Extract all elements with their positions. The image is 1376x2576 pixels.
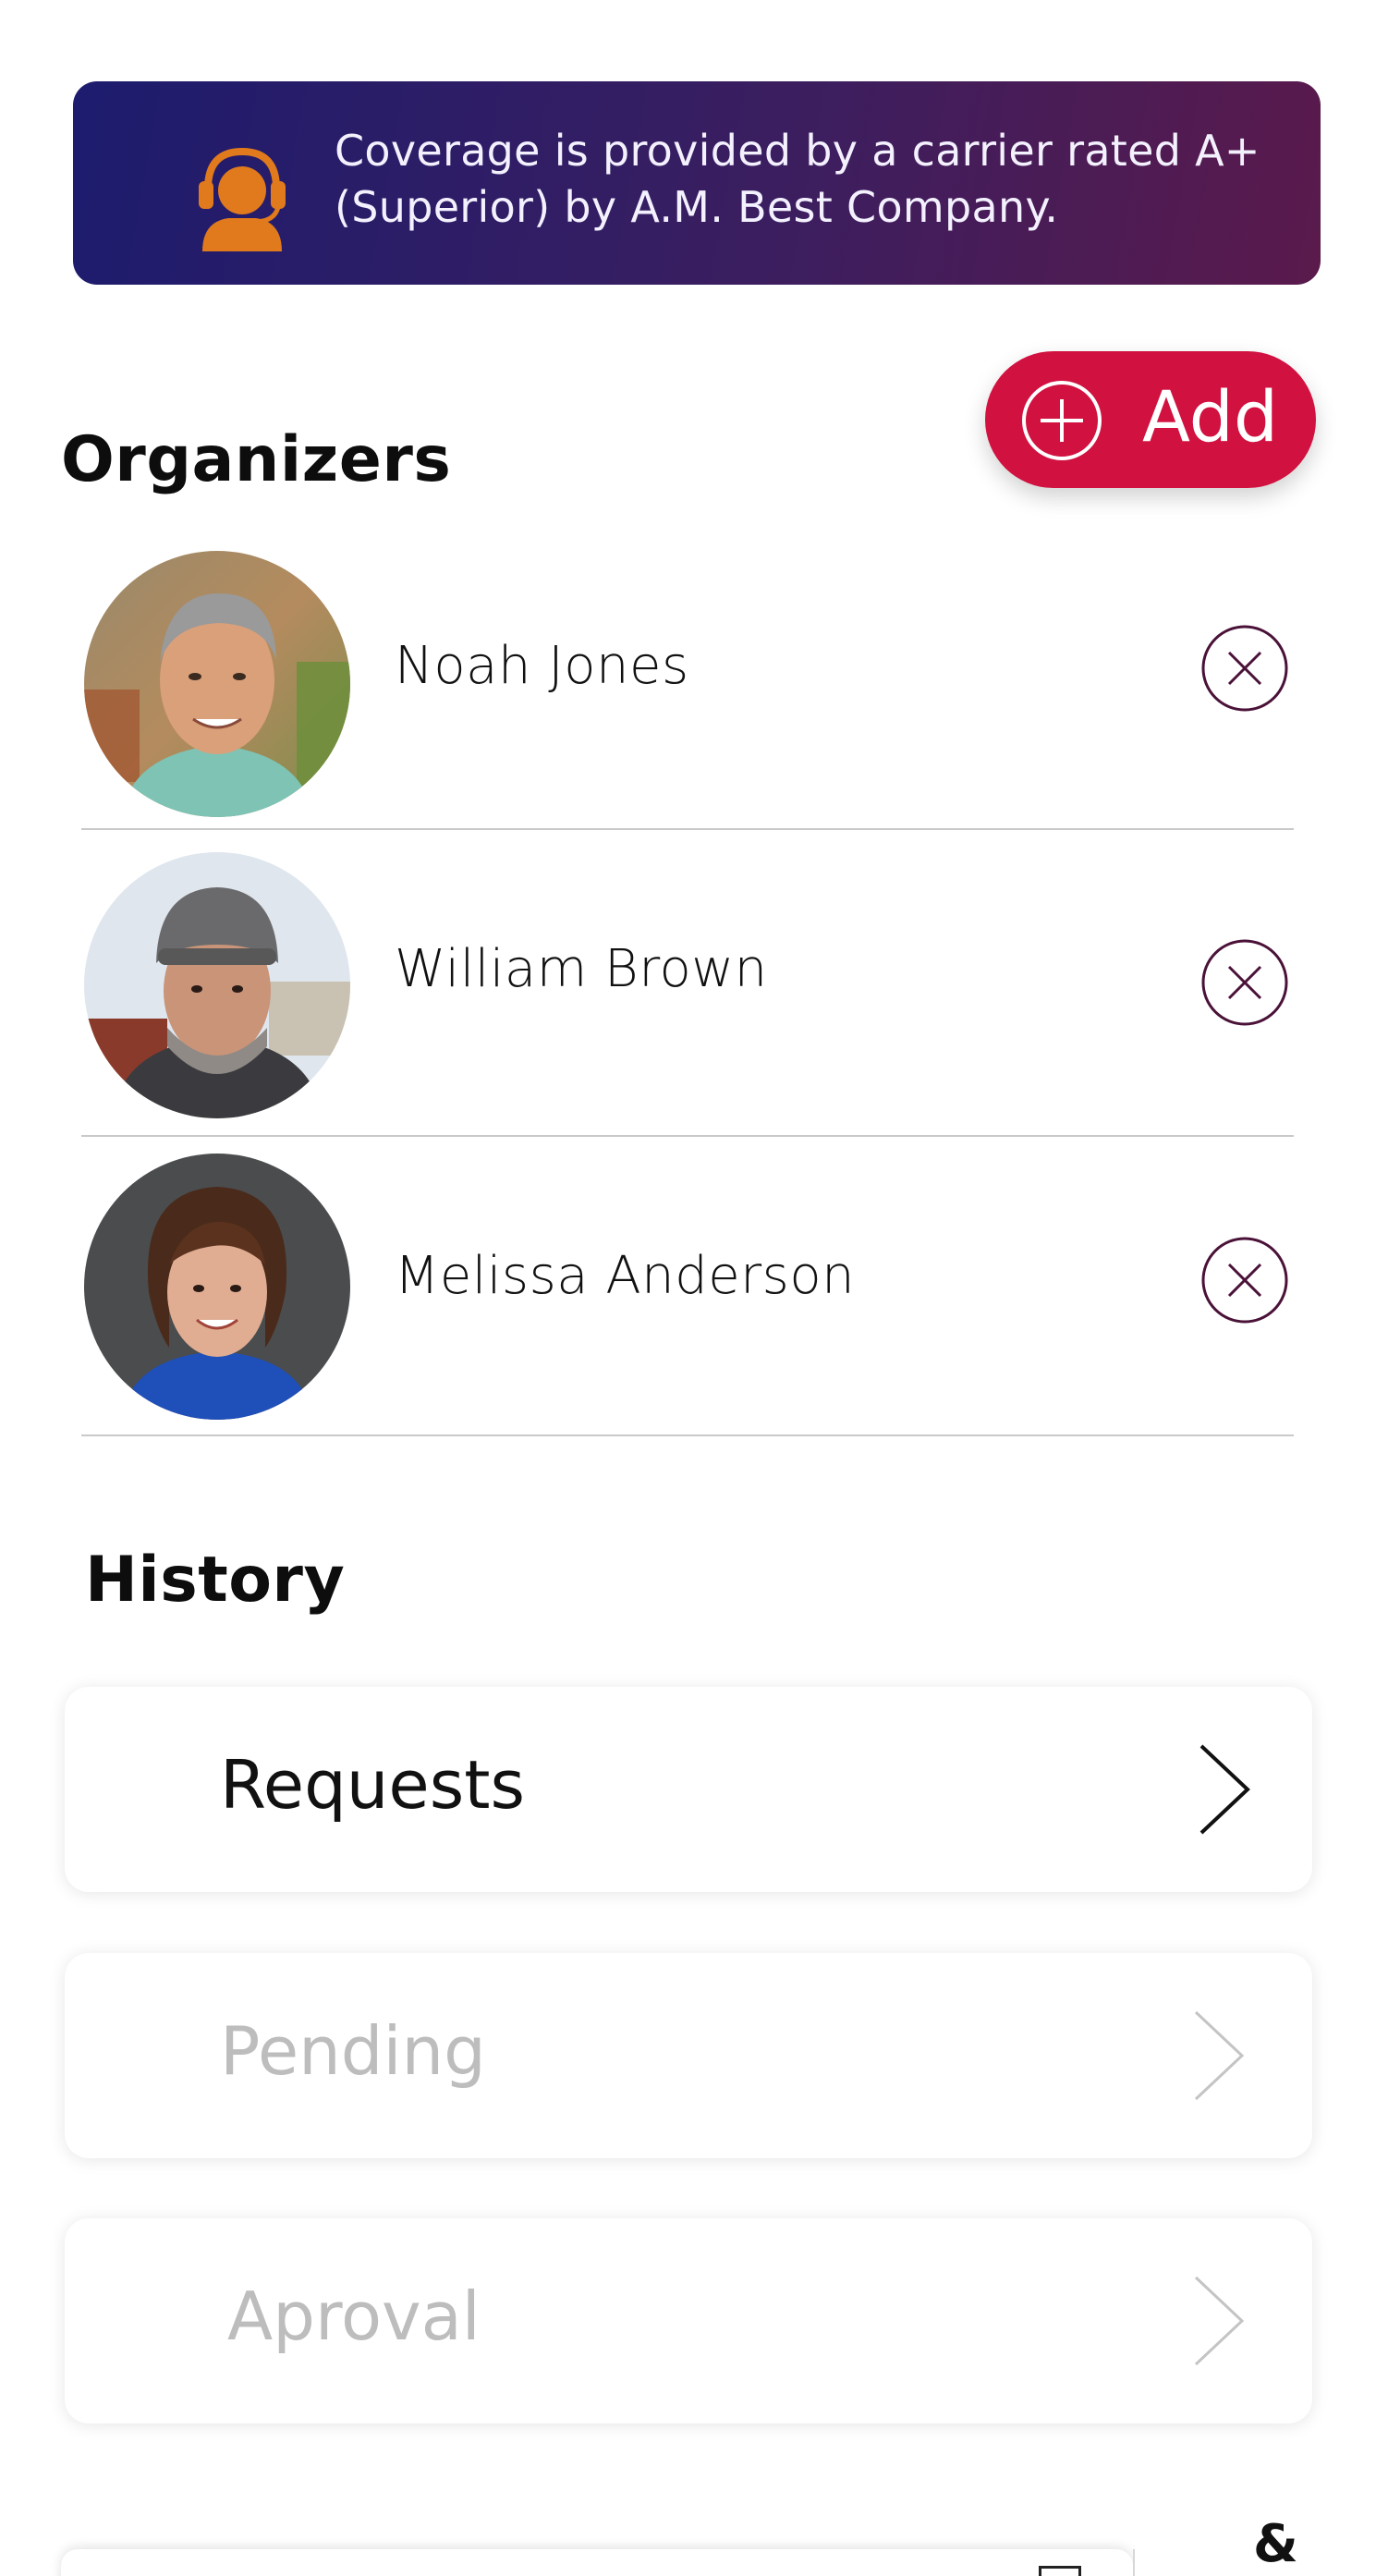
close-circle-icon[interactable] [1199,623,1290,714]
organizers-title: Organizers [61,423,452,496]
close-circle-icon[interactable] [1199,937,1290,1028]
organizer-name: Melissa Anderson [395,1246,856,1306]
history-requests-card[interactable]: Requests [65,1687,1312,1892]
avatar [84,1154,350,1420]
history-item-label: Requests [220,1746,525,1824]
organizer-name: Noah Jones [395,636,689,696]
coverage-banner: Coverage is provided by a carrier rated … [73,81,1321,285]
partial-card [61,2549,1133,2576]
partial-text: & Eve [1253,2514,1358,2576]
bottom-partial-section: & Eve [61,2514,1373,2576]
avatar [84,852,350,1118]
history-title: History [85,1544,346,1617]
history-pending-card[interactable]: Pending [65,1953,1312,2158]
avatar [84,551,350,817]
coverage-text: Coverage is provided by a carrier rated … [335,126,1260,232]
chevron-right-icon [1194,2276,1245,2366]
chevron-right-icon [1194,2010,1245,2101]
partial-box-icon [1039,2566,1081,2576]
organizer-name: William Brown [395,939,768,999]
history-item-label: Pending [220,2012,486,2090]
organizer-row: William Brown [81,830,1294,1137]
plus-circle-icon [1022,381,1102,460]
divider [81,1435,1294,1436]
chevron-right-icon [1199,1744,1250,1835]
page: Coverage is provided by a carrier rated … [0,0,1376,2576]
organizer-row: Melissa Anderson [81,1137,1294,1436]
history-aproval-card[interactable]: Aproval [65,2218,1312,2423]
add-organizer-button[interactable]: Add [985,351,1316,488]
close-circle-icon[interactable] [1199,1235,1290,1325]
support-agent-icon [199,147,286,251]
history-item-label: Aproval [227,2277,481,2355]
organizer-row: Noah Jones [81,545,1294,830]
add-button-label: Add [1142,375,1279,458]
